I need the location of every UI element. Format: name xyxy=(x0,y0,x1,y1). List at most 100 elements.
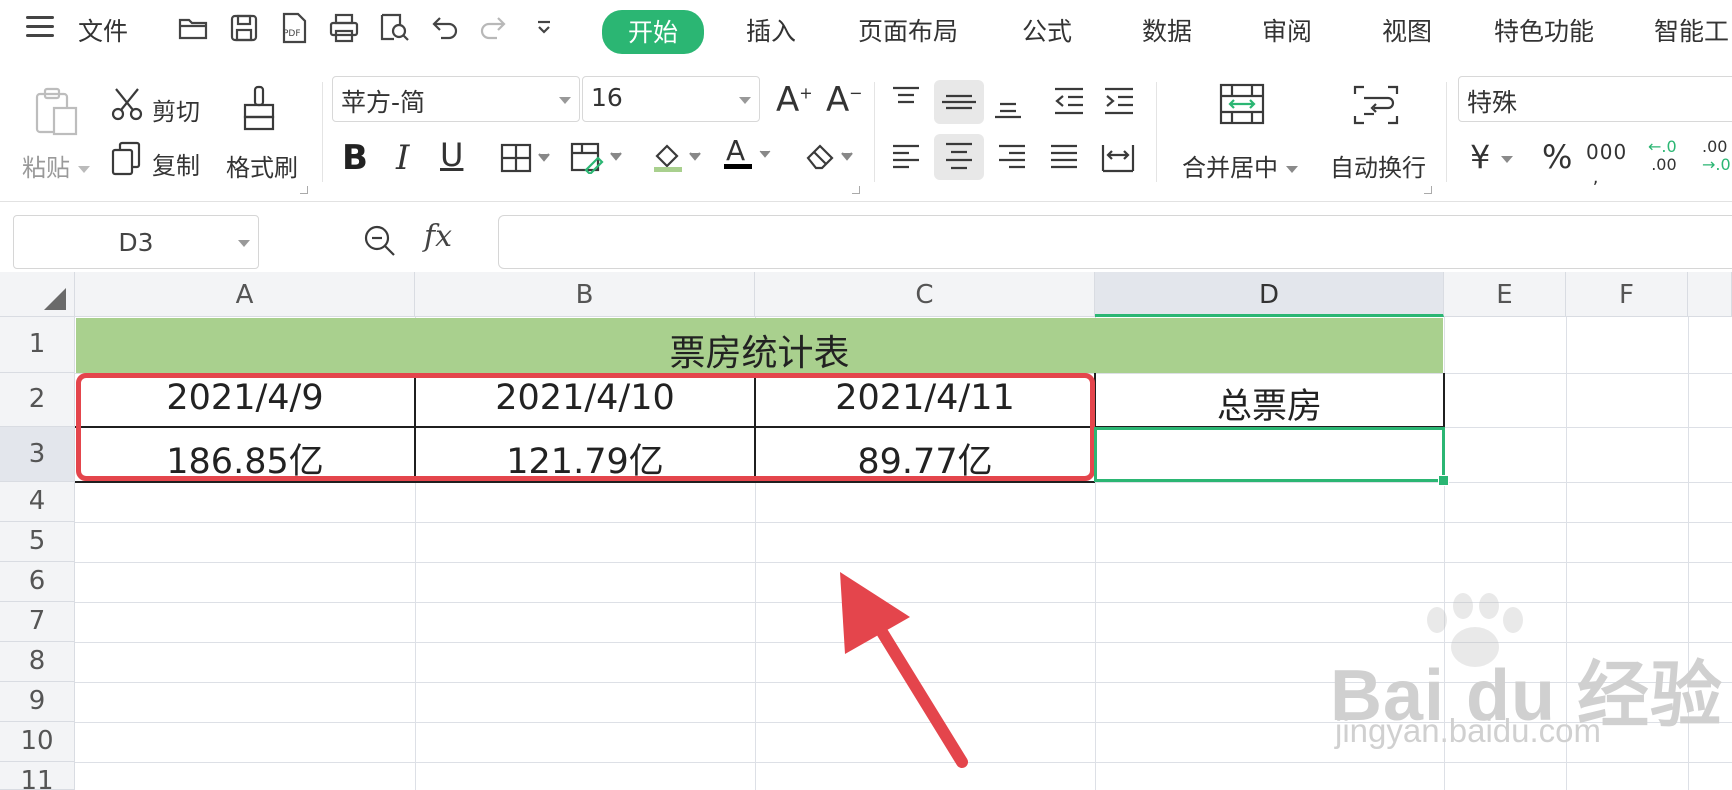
save-icon[interactable] xyxy=(226,12,262,44)
paste-icon[interactable] xyxy=(34,86,80,142)
align-right-icon[interactable] xyxy=(996,142,1028,176)
tab-insert[interactable]: 插入 xyxy=(746,12,796,48)
align-left-icon[interactable] xyxy=(890,142,922,176)
tab-view[interactable]: 视图 xyxy=(1382,12,1432,48)
wrap-text-icon[interactable] xyxy=(1352,84,1400,130)
paste-dropdown-icon[interactable] xyxy=(77,165,90,173)
name-box[interactable]: D3 xyxy=(13,215,259,269)
thousands-separator-button[interactable]: 000 , xyxy=(1586,140,1627,188)
tab-formulas[interactable]: 公式 xyxy=(1022,12,1072,48)
format-painter-icon[interactable] xyxy=(240,84,280,138)
more-dropdown-icon[interactable] xyxy=(526,12,562,44)
red-highlight-box xyxy=(76,373,1095,481)
eraser-icon[interactable] xyxy=(804,140,860,176)
fill-handle[interactable] xyxy=(1438,475,1449,486)
gridline xyxy=(75,522,1732,523)
clipboard-group-launcher-icon[interactable] xyxy=(300,186,308,194)
column-header-e[interactable]: E xyxy=(1444,272,1566,317)
percent-format-button[interactable]: % xyxy=(1542,138,1572,176)
number-format-select[interactable]: 特殊 xyxy=(1458,76,1732,122)
currency-dropdown-icon[interactable] xyxy=(1500,155,1513,163)
column-header-c[interactable]: C xyxy=(755,272,1095,317)
font-group-launcher-icon[interactable] xyxy=(852,186,860,194)
redo-icon[interactable] xyxy=(476,12,512,44)
decrease-indent-icon[interactable] xyxy=(1052,86,1086,120)
paste-button[interactable]: 粘贴 xyxy=(22,148,90,183)
formula-input[interactable] xyxy=(498,215,1732,269)
borders-icon[interactable] xyxy=(500,142,556,178)
row-header-1[interactable]: 1 xyxy=(0,317,75,373)
font-name-select[interactable]: 苹方-简 xyxy=(332,76,580,122)
column-header-d[interactable]: D xyxy=(1095,272,1444,317)
row-header-11[interactable]: 11 xyxy=(0,762,75,790)
column-header-a[interactable]: A xyxy=(75,272,415,317)
increase-decimal-button[interactable]: ←.0.00 xyxy=(1648,138,1677,174)
column-header-g[interactable] xyxy=(1688,272,1732,317)
fill-color-swatch xyxy=(654,167,682,172)
decrease-decimal-button[interactable]: .00 →.0 xyxy=(1702,138,1731,174)
row-header-9[interactable]: 9 xyxy=(0,682,75,722)
underline-button[interactable]: U xyxy=(440,136,463,174)
scissors-icon[interactable] xyxy=(110,86,144,126)
currency-format-button[interactable]: ¥ xyxy=(1470,138,1513,176)
watermark-url: jingyan.baidu.com xyxy=(1335,712,1601,749)
red-arrow-icon xyxy=(840,572,968,768)
select-all-button[interactable] xyxy=(0,272,75,317)
tab-page-layout[interactable]: 页面布局 xyxy=(858,12,958,48)
row-header-4[interactable]: 4 xyxy=(0,482,75,522)
tab-home[interactable]: 开始 xyxy=(602,10,705,54)
tab-smart-tools[interactable]: 智能工 xyxy=(1654,12,1729,48)
increase-font-size-button[interactable]: A+ xyxy=(776,80,813,120)
print-preview-icon[interactable] xyxy=(376,12,412,44)
zoom-search-icon[interactable] xyxy=(362,223,398,263)
number-format-value: 特殊 xyxy=(1467,88,1518,117)
merge-center-icon[interactable] xyxy=(1218,82,1266,130)
format-painter-button[interactable]: 格式刷 xyxy=(226,148,298,183)
align-middle-icon[interactable] xyxy=(934,80,984,124)
paste-label: 粘贴 xyxy=(22,154,70,182)
tab-special-features[interactable]: 特色功能 xyxy=(1494,12,1594,48)
cell-d2[interactable]: 总票房 xyxy=(1096,378,1443,429)
row-header-6[interactable]: 6 xyxy=(0,562,75,602)
copy-button[interactable]: 复制 xyxy=(152,146,200,181)
row-header-5[interactable]: 5 xyxy=(0,522,75,562)
merge-center-button[interactable]: 合并居中 xyxy=(1182,148,1298,183)
alignment-group-launcher-icon[interactable] xyxy=(1424,186,1432,194)
fill-color-icon[interactable] xyxy=(652,140,708,178)
row-header-3[interactable]: 3 xyxy=(0,427,75,482)
column-header-b[interactable]: B xyxy=(415,272,755,317)
tab-data[interactable]: 数据 xyxy=(1142,12,1192,48)
align-top-icon[interactable] xyxy=(890,84,922,118)
open-folder-icon[interactable] xyxy=(176,12,212,44)
menu-file[interactable]: 文件 xyxy=(78,12,128,48)
print-icon[interactable] xyxy=(326,12,362,44)
italic-button[interactable]: I xyxy=(396,138,409,178)
increase-indent-icon[interactable] xyxy=(1102,86,1136,120)
font-size-select[interactable]: 16 xyxy=(582,76,760,122)
undo-icon[interactable] xyxy=(426,12,462,44)
justify-icon[interactable] xyxy=(1048,142,1080,176)
font-color-button[interactable]: A xyxy=(722,134,778,176)
bold-button[interactable]: B xyxy=(342,138,368,178)
row-header-10[interactable]: 10 xyxy=(0,722,75,762)
distributed-align-icon[interactable] xyxy=(1100,142,1136,178)
export-pdf-icon[interactable]: PDF xyxy=(276,12,312,44)
row-header-8[interactable]: 8 xyxy=(0,642,75,682)
tab-review[interactable]: 审阅 xyxy=(1262,12,1312,48)
merge-dropdown-icon[interactable] xyxy=(1285,165,1298,173)
cell-style-icon[interactable] xyxy=(570,140,628,178)
decrease-font-size-button[interactable]: A− xyxy=(826,80,863,120)
wrap-text-button[interactable]: 自动换行 xyxy=(1330,148,1426,183)
hamburger-menu-icon[interactable] xyxy=(26,16,56,40)
decrease-decimal-top: .00 xyxy=(1702,137,1728,156)
cut-button[interactable]: 剪切 xyxy=(152,92,200,127)
spreadsheet-grid: A B C D E F 1 2 3 4 5 6 7 8 9 10 11 票房统计… xyxy=(0,272,1732,790)
row-header-7[interactable]: 7 xyxy=(0,602,75,642)
align-bottom-icon[interactable] xyxy=(992,84,1024,124)
name-box-value: D3 xyxy=(118,228,154,257)
insert-function-button[interactable]: fx xyxy=(424,219,452,254)
align-center-icon[interactable] xyxy=(934,134,984,180)
column-header-f[interactable]: F xyxy=(1566,272,1688,317)
row-header-2[interactable]: 2 xyxy=(0,373,75,427)
copy-icon[interactable] xyxy=(110,140,142,180)
